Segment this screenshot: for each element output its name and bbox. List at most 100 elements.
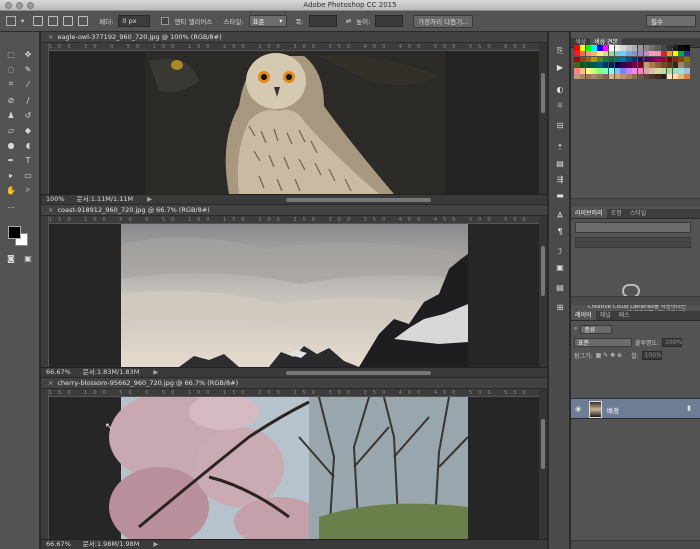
color-swatch[interactable] [649, 68, 655, 74]
crop-tool-icon[interactable]: ⌗ [4, 78, 18, 90]
glyphs-panel-icon[interactable]: ℐ [554, 246, 566, 256]
color-swatch[interactable] [597, 68, 603, 74]
color-swatch[interactable] [637, 68, 644, 74]
quick-selection-tool-icon[interactable]: ✎ [21, 63, 35, 75]
color-swatch[interactable] [574, 45, 580, 51]
color-swatch[interactable] [643, 45, 650, 51]
actions-panel-icon[interactable]: ▶ [554, 62, 566, 72]
zoom-level[interactable]: 100% [46, 195, 65, 203]
color-swatch[interactable] [684, 62, 690, 68]
vertical-scrollbar[interactable] [539, 216, 547, 367]
color-swatch[interactable] [585, 73, 592, 80]
color-swatch[interactable] [678, 62, 684, 68]
document-tab[interactable]: × cherry-blossom-95662_960_720.jpg @ 66.7… [41, 378, 547, 389]
color-swatch[interactable] [574, 56, 580, 63]
workspace-select[interactable]: 필수 [646, 15, 696, 27]
color-swatch[interactable] [672, 73, 679, 80]
document-canvas[interactable] [49, 397, 539, 539]
path-selection-tool-icon[interactable]: ▸ [4, 169, 18, 181]
color-swatch[interactable] [614, 68, 621, 74]
tab-channels[interactable]: 채널 [596, 311, 615, 320]
add-to-selection-icon[interactable] [48, 16, 59, 26]
color-swatch[interactable] [666, 62, 673, 68]
color-swatch[interactable] [597, 50, 603, 57]
color-swatch[interactable] [637, 50, 644, 57]
color-swatch[interactable] [678, 45, 684, 51]
vertical-scrollbar[interactable] [539, 43, 547, 194]
color-swatch[interactable] [631, 56, 638, 63]
color-swatch[interactable] [614, 73, 621, 80]
zoom-level[interactable]: 66.67% [46, 540, 71, 548]
color-swatch[interactable] [643, 68, 650, 74]
blend-mode-select[interactable]: 표준 [574, 337, 632, 347]
eraser-tool-icon[interactable]: ▱ [4, 124, 18, 136]
color-swatch[interactable] [585, 68, 592, 74]
document-tab[interactable]: × coast-918912_960_720.jpg @ 66.7% (RGB/8… [41, 205, 547, 216]
3d-panel-icon[interactable]: ⊞ [554, 302, 566, 312]
color-swatch[interactable] [678, 56, 684, 63]
color-swatch[interactable] [591, 62, 597, 68]
color-swatch[interactable] [626, 45, 632, 51]
color-swatch[interactable] [649, 62, 655, 68]
eye-icon[interactable]: ◉ [575, 405, 581, 413]
color-swatch[interactable] [649, 73, 655, 80]
color-swatch[interactable] [620, 50, 626, 57]
dodge-tool-icon[interactable]: ◖ [21, 139, 35, 151]
color-swatch[interactable] [597, 73, 603, 80]
quick-mask-icon[interactable]: ◙ [4, 252, 18, 264]
color-swatch[interactable] [579, 50, 586, 57]
character-panel-icon[interactable]: A [554, 210, 566, 220]
color-swatch[interactable] [678, 73, 684, 80]
color-swatch[interactable] [620, 45, 626, 51]
width-input[interactable] [308, 15, 337, 27]
color-swatch[interactable] [631, 73, 638, 80]
color-swatch[interactable] [626, 68, 632, 74]
horizontal-scrollbar-thumb[interactable] [286, 371, 431, 375]
color-swatch[interactable] [585, 56, 592, 63]
color-swatch[interactable] [660, 56, 667, 63]
tab-adjustments[interactable]: 조정 [607, 209, 626, 218]
color-swatch[interactable] [660, 73, 667, 80]
color-swatch[interactable] [643, 73, 650, 80]
tool-presets-icon[interactable]: ▬ [554, 190, 566, 200]
color-swatch[interactable] [591, 45, 597, 51]
paragraph-panel-icon[interactable]: ¶ [554, 226, 566, 236]
color-swatch[interactable] [660, 45, 667, 51]
color-swatch[interactable] [574, 62, 580, 68]
color-swatch[interactable] [591, 50, 597, 57]
height-input[interactable] [375, 15, 404, 27]
color-swatch[interactable] [608, 56, 615, 63]
color-swatch[interactable] [655, 73, 661, 80]
color-swatch[interactable] [649, 50, 655, 57]
navigator-icon[interactable]: ⇶ [554, 174, 566, 184]
color-swatch[interactable] [678, 50, 684, 57]
fill-input[interactable]: 100% [641, 350, 662, 360]
color-swatch[interactable] [608, 73, 615, 80]
layer-row-background[interactable]: ◉ 배경 ▮ [571, 398, 700, 419]
color-swatch[interactable] [637, 56, 644, 63]
marquee-tool-preset-icon[interactable] [6, 16, 16, 26]
close-icon[interactable]: × [48, 379, 53, 387]
color-swatch[interactable] [597, 45, 603, 51]
lasso-tool-icon[interactable]: ◌ [4, 63, 18, 75]
play-arrow-icon[interactable]: ▶ [153, 368, 158, 376]
color-swatch[interactable] [660, 62, 667, 68]
color-swatch[interactable] [585, 45, 592, 51]
color-swatch[interactable] [591, 68, 597, 74]
history-panel-icon[interactable]: ⎘ [554, 46, 566, 56]
new-selection-icon[interactable] [33, 16, 44, 26]
color-swatch[interactable] [608, 50, 615, 57]
healing-brush-tool-icon[interactable]: ⊘ [4, 94, 18, 106]
color-swatch[interactable] [602, 50, 609, 57]
color-swatch[interactable] [666, 50, 673, 57]
color-swatch[interactable] [614, 45, 621, 51]
brush-presets-icon[interactable]: ⇡ [554, 142, 566, 152]
color-swatch[interactable] [631, 50, 638, 57]
foreground-color-swatch[interactable] [8, 226, 21, 239]
color-swatch[interactable] [608, 68, 615, 74]
color-swatch[interactable] [574, 68, 580, 74]
vertical-scrollbar[interactable] [539, 389, 547, 539]
color-swatch[interactable] [614, 50, 621, 57]
color-swatch[interactable] [655, 45, 661, 51]
paint-bucket-tool-icon[interactable]: ◆ [21, 124, 35, 136]
